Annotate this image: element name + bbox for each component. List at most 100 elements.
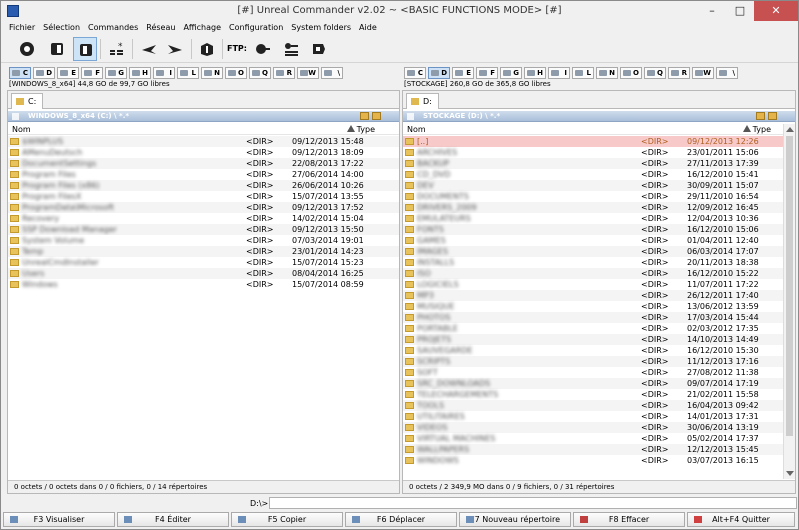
- forward-tool[interactable]: [163, 37, 187, 61]
- full-view-tool[interactable]: [73, 37, 97, 61]
- menu-commandes[interactable]: Commandes: [84, 21, 142, 35]
- file-row[interactable]: ARCHIVES <DIR> 23/01/2011 15:06: [403, 147, 795, 158]
- history-icon[interactable]: [768, 112, 777, 120]
- file-row[interactable]: ProgramData\Microsoft <DIR> 09/12/2013 17:…: [8, 202, 399, 213]
- right-drive-q[interactable]: Q: [644, 67, 666, 79]
- file-row[interactable]: IMAGES <DIR> 06/03/2014 17:07: [403, 246, 795, 257]
- scroll-up-icon[interactable]: [786, 127, 794, 132]
- pack-tool[interactable]: [195, 37, 219, 61]
- minimize-button[interactable]: –: [698, 1, 726, 21]
- file-row[interactable]: DocumentSettings <DIR> 22/08/2013 17:22: [8, 158, 399, 169]
- left-drive-g[interactable]: G: [105, 67, 127, 79]
- file-row[interactable]: Program Files <DIR> 27/06/2014 14:00: [8, 169, 399, 180]
- f8-delete-button[interactable]: F8 Effacer: [573, 512, 685, 527]
- f4-edit-button[interactable]: F4 Éditer: [117, 512, 229, 527]
- right-drive-g[interactable]: G: [500, 67, 522, 79]
- f5-copy-button[interactable]: F5 Copier: [231, 512, 343, 527]
- column-type-header[interactable]: Type: [357, 124, 375, 135]
- right-drive-r[interactable]: R: [668, 67, 690, 79]
- file-row[interactable]: AMenuDeutsch <DIR> 09/12/2013 18:09: [8, 147, 399, 158]
- scroll-down-icon[interactable]: [786, 471, 794, 476]
- left-drive-l[interactable]: L: [177, 67, 199, 79]
- f7-mkdir-button[interactable]: F7 Nouveau répertoire: [459, 512, 571, 527]
- right-tab-d[interactable]: D:: [406, 93, 439, 109]
- file-row[interactable]: Recovery <DIR> 14/02/2014 15:04: [8, 213, 399, 224]
- file-row[interactable]: DEV <DIR> 30/09/2011 15:07: [403, 180, 795, 191]
- file-row[interactable]: SCRIPTS <DIR> 11/12/2013 17:16: [403, 356, 795, 367]
- file-row[interactable]: Program FilesX <DIR> 15/07/2014 13:55: [8, 191, 399, 202]
- right-drive-d[interactable]: D: [428, 67, 450, 79]
- file-row[interactable]: Users <DIR> 08/04/2014 16:25: [8, 268, 399, 279]
- file-row[interactable]: FONTS <DIR> 16/12/2010 15:06: [403, 224, 795, 235]
- column-type-header[interactable]: Type: [753, 124, 771, 135]
- left-drive-e[interactable]: E: [57, 67, 79, 79]
- file-row[interactable]: EMULATEURS <DIR> 12/04/2013 10:36: [403, 213, 795, 224]
- left-drive-d[interactable]: D: [33, 67, 55, 79]
- menu-aide[interactable]: Aide: [355, 21, 381, 35]
- cmdline-input[interactable]: [269, 497, 797, 509]
- file-row[interactable]: MUSIQUE <DIR> 13/06/2012 13:59: [403, 301, 795, 312]
- right-drive-w[interactable]: W: [692, 67, 714, 79]
- right-drive-i[interactable]: I: [548, 67, 570, 79]
- file-row[interactable]: SOFT <DIR> 27/08/2012 11:38: [403, 367, 795, 378]
- ftp-disconnect-tool[interactable]: [307, 37, 331, 61]
- file-row[interactable]: UTILITAIRES <DIR> 14/01/2013 17:31: [403, 411, 795, 422]
- file-row[interactable]: DOCUMENTS <DIR> 29/11/2010 16:54: [403, 191, 795, 202]
- file-row[interactable]: ISO <DIR> 16/12/2010 15:22: [403, 268, 795, 279]
- right-drive-f[interactable]: F: [476, 67, 498, 79]
- left-drive-i[interactable]: I: [153, 67, 175, 79]
- file-row[interactable]: System Volume <DIR> 07/03/2014 19:01: [8, 235, 399, 246]
- file-row[interactable]: $WINPLUS <DIR> 09/12/2013 15:48: [8, 136, 399, 147]
- file-row[interactable]: WINDOWS <DIR> 03/07/2013 16:15: [403, 455, 795, 466]
- left-path-bar[interactable]: WINDOWS_8_x64 (C:) \ *.*: [8, 111, 399, 122]
- ftp-new-tool[interactable]: [279, 37, 303, 61]
- right-drive-network[interactable]: \: [716, 67, 738, 79]
- file-row[interactable]: GAMES <DIR> 01/04/2011 12:40: [403, 235, 795, 246]
- left-tab-c[interactable]: C:: [11, 93, 44, 109]
- file-row[interactable]: Program Files (x86) <DIR> 26/06/2014 10:26: [8, 180, 399, 191]
- right-drive-l[interactable]: L: [572, 67, 594, 79]
- favorites-icon[interactable]: [756, 112, 765, 120]
- left-drive-n[interactable]: N: [201, 67, 223, 79]
- menu-configuration[interactable]: Configuration: [225, 21, 287, 35]
- file-row[interactable]: PROJETS <DIR> 14/10/2013 14:49: [403, 334, 795, 345]
- file-row[interactable]: VIRTUAL MACHINES <DIR> 05/02/2014 17:37: [403, 433, 795, 444]
- menu-fichier[interactable]: Fichier: [1, 21, 39, 35]
- column-name-header[interactable]: Nom: [12, 124, 31, 135]
- right-path-bar[interactable]: STOCKAGE (D:) \ *.*: [403, 111, 795, 122]
- file-row[interactable]: SAUVEGARDE <DIR> 16/12/2010 15:30: [403, 345, 795, 356]
- file-row[interactable]: PHOTOS <DIR> 17/03/2014 15:44: [403, 312, 795, 323]
- file-row[interactable]: INSTALLS <DIR> 20/11/2013 18:38: [403, 257, 795, 268]
- f6-move-button[interactable]: F6 Déplacer: [345, 512, 457, 527]
- file-row[interactable]: VIDEOS <DIR> 30/06/2014 13:19: [403, 422, 795, 433]
- menu-affichage[interactable]: Affichage: [179, 21, 225, 35]
- ftp-connect-tool[interactable]: [251, 37, 275, 61]
- file-row[interactable]: SRC_DOWNLOADS <DIR> 09/07/2014 17:19: [403, 378, 795, 389]
- file-row[interactable]: BACKUP <DIR> 27/11/2013 17:39: [403, 158, 795, 169]
- left-drive-c[interactable]: C: [9, 67, 31, 79]
- file-row[interactable]: [..] <DIR> 09/12/2013 12:26: [403, 136, 795, 147]
- file-row[interactable]: PORTABLE <DIR> 02/03/2012 17:35: [403, 323, 795, 334]
- left-drive-f[interactable]: F: [81, 67, 103, 79]
- file-row[interactable]: WALLPAPERS <DIR> 12/12/2013 15:45: [403, 444, 795, 455]
- select-all-tool[interactable]: *: [105, 37, 129, 61]
- file-row[interactable]: MP3 <DIR> 26/12/2011 17:40: [403, 290, 795, 301]
- file-row[interactable]: TOOLS <DIR> 16/04/2013 09:42: [403, 400, 795, 411]
- file-row[interactable]: DRIVERS_2009 <DIR> 12/09/2012 16:45: [403, 202, 795, 213]
- file-row[interactable]: TELECHARGEMENTS <DIR> 21/02/2011 15:58: [403, 389, 795, 400]
- menu-system-folders[interactable]: System folders: [287, 21, 355, 35]
- maximize-button[interactable]: □: [726, 1, 754, 21]
- f3-view-button[interactable]: F3 Visualiser: [3, 512, 115, 527]
- alt-f4-quit-button[interactable]: Alt+F4 Quitter: [687, 512, 795, 527]
- right-drive-n[interactable]: N: [596, 67, 618, 79]
- right-scrollbar[interactable]: [783, 124, 795, 479]
- scroll-thumb[interactable]: [786, 136, 793, 436]
- file-row[interactable]: CD_DVD <DIR> 16/12/2010 15:41: [403, 169, 795, 180]
- back-tool[interactable]: [137, 37, 161, 61]
- right-drive-o[interactable]: O: [620, 67, 642, 79]
- left-drive-q[interactable]: Q: [249, 67, 271, 79]
- left-drive-network[interactable]: \: [321, 67, 343, 79]
- right-drive-e[interactable]: E: [452, 67, 474, 79]
- right-drive-c[interactable]: C: [404, 67, 426, 79]
- file-row[interactable]: LOGICIELS <DIR> 11/07/2011 17:22: [403, 279, 795, 290]
